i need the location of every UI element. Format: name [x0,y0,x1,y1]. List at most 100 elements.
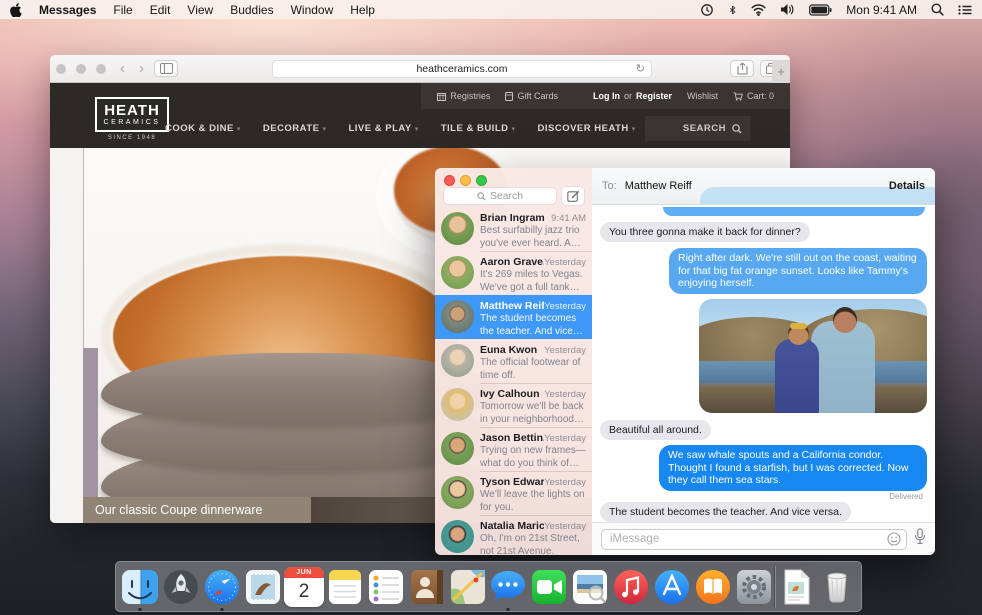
spotlight-icon[interactable] [931,3,944,16]
dock-safari[interactable] [202,562,243,611]
contacts-icon [407,567,447,607]
dock-reminders[interactable] [365,562,406,611]
dock-photos[interactable] [570,562,611,611]
conversation-aaron-graves[interactable]: Aaron Grave...Yesterday It's 269 miles t… [435,251,592,295]
dock-launchpad[interactable] [161,562,202,611]
messages-window: Search Brian Ingram9:41 AM Best surfabil… [435,168,935,555]
wifi-icon[interactable] [751,3,766,16]
zoom-button[interactable] [476,175,487,186]
received-bubble: Beautiful all around. [600,420,711,441]
itunes-icon [611,567,651,607]
login-register-links[interactable]: Log In or Register [593,91,672,101]
dock-ibooks[interactable] [692,562,733,611]
address-bar[interactable]: heathceramics.com ↻ [272,60,652,78]
avatar [441,388,474,421]
dock-contacts[interactable] [406,562,447,611]
reminders-icon [366,567,406,607]
dock-app-store[interactable] [652,562,693,611]
running-indicator [139,608,142,611]
notes-icon [325,567,365,607]
bluetooth-icon[interactable] [728,3,737,17]
menu-buddies[interactable]: Buddies [230,3,273,17]
heath-search-box[interactable]: SEARCH [645,116,750,141]
dock-notes[interactable] [324,562,365,611]
safari-close-button[interactable] [56,64,66,74]
conversation-natalia-maric[interactable]: Natalia MaricYesterday Oh, I'm on 21st S… [435,515,592,555]
photo-attachment-bubble[interactable] [699,299,927,413]
avatar [441,300,474,333]
new-tab-button[interactable]: + [772,60,790,83]
emoji-picker-icon[interactable] [887,532,901,551]
conversation-euna-kwon[interactable]: Euna KwonYesterday The official footwear… [435,339,592,383]
refresh-icon[interactable]: ↻ [636,62,645,75]
safari-minimize-button[interactable] [76,64,86,74]
conversation-jason-bettin[interactable]: Jason Bettin...Yesterday Trying on new f… [435,427,592,471]
details-button[interactable]: Details [889,180,925,192]
close-button[interactable] [444,175,455,186]
address-bar-url: heathceramics.com [416,63,507,75]
wishlist-link[interactable]: Wishlist [687,91,718,101]
nav-decorate[interactable]: DECORATE▾ [263,123,327,134]
chevron-down-icon: ▾ [632,126,636,133]
dock-itunes[interactable] [611,562,652,611]
delivered-status: Delivered [889,492,923,501]
minimize-button[interactable] [460,175,471,186]
conversation-tyson-edwards[interactable]: Tyson Edwar...Yesterday We'll leave the … [435,471,592,515]
message-transcript[interactable]: You three gonna make it back for dinner?… [592,205,935,522]
to-label: To: [602,180,617,192]
notification-center-icon[interactable] [958,4,972,16]
menu-edit[interactable]: Edit [150,3,171,17]
menu-clock[interactable]: Mon 9:41 AM [846,3,917,17]
dock-finder[interactable] [120,562,161,611]
cart-link[interactable]: Cart: 0 [733,91,774,101]
conversation-matthew-reiff-selected[interactable]: Matthew ReiffYesterday The student becom… [435,295,592,339]
nav-live-play[interactable]: LIVE & PLAY▾ [348,123,418,134]
avatar [441,432,474,465]
nav-discover-heath[interactable]: DISCOVER HEATH▾ [538,123,636,134]
menu-help[interactable]: Help [350,3,375,17]
running-indicator [507,608,510,611]
forward-button[interactable]: › [135,61,148,76]
safari-zoom-button[interactable] [96,64,106,74]
heath-utility-bar: Registries Gift Cards Log In or Register… [421,83,790,109]
conversation-brian-ingram[interactable]: Brian Ingram9:41 AM Best surfabilly jazz… [435,207,592,251]
microphone-icon[interactable] [914,528,926,550]
facetime-icon [529,567,569,607]
apple-menu-icon[interactable] [10,3,22,17]
chevron-down-icon: ▾ [511,126,515,133]
time-machine-icon[interactable] [700,3,714,17]
menu-view[interactable]: View [187,3,213,17]
dock-messages[interactable] [488,562,529,611]
avatar [441,212,474,245]
conversation-ivy-calhoun[interactable]: Ivy CalhounYesterday Tomorrow we'll be b… [435,383,592,427]
gift-cards-link[interactable]: Gift Cards [505,91,558,101]
menu-window[interactable]: Window [291,3,334,17]
battery-icon[interactable] [809,4,832,16]
dock-document[interactable] [775,562,816,611]
dock: JUN 2 [115,561,862,612]
dock-mail[interactable] [243,562,284,611]
heath-logo[interactable]: HEATH CERAMICS SINCE 1948 [95,97,169,141]
search-input[interactable]: Search [444,188,556,204]
share-button[interactable] [730,60,754,77]
sidebar-toggle-button[interactable] [154,60,178,77]
nav-cook-dine[interactable]: COOK & DINE▾ [165,123,241,134]
dock-facetime[interactable] [529,562,570,611]
back-button[interactable]: ‹ [116,61,129,76]
dock-system-preferences[interactable] [733,562,774,611]
dock-trash[interactable] [816,562,857,611]
menu-app-name[interactable]: Messages [39,3,96,17]
dock-calendar[interactable]: JUN 2 [284,562,325,611]
chevron-down-icon: ▾ [322,126,326,133]
chat-pane: To: Matthew Reiff Details You three gonn… [592,168,935,555]
dock-maps[interactable] [447,562,488,611]
menu-file[interactable]: File [113,3,132,17]
registries-link[interactable]: Registries [437,91,490,101]
volume-icon[interactable] [780,3,795,16]
compose-button[interactable] [562,187,584,205]
imessage-input[interactable] [601,529,907,550]
running-indicator [221,608,224,611]
nav-tile-build[interactable]: TILE & BUILD▾ [441,123,516,134]
search-icon [732,124,742,134]
desktop: Messages File Edit View Buddies Window H… [0,0,982,615]
